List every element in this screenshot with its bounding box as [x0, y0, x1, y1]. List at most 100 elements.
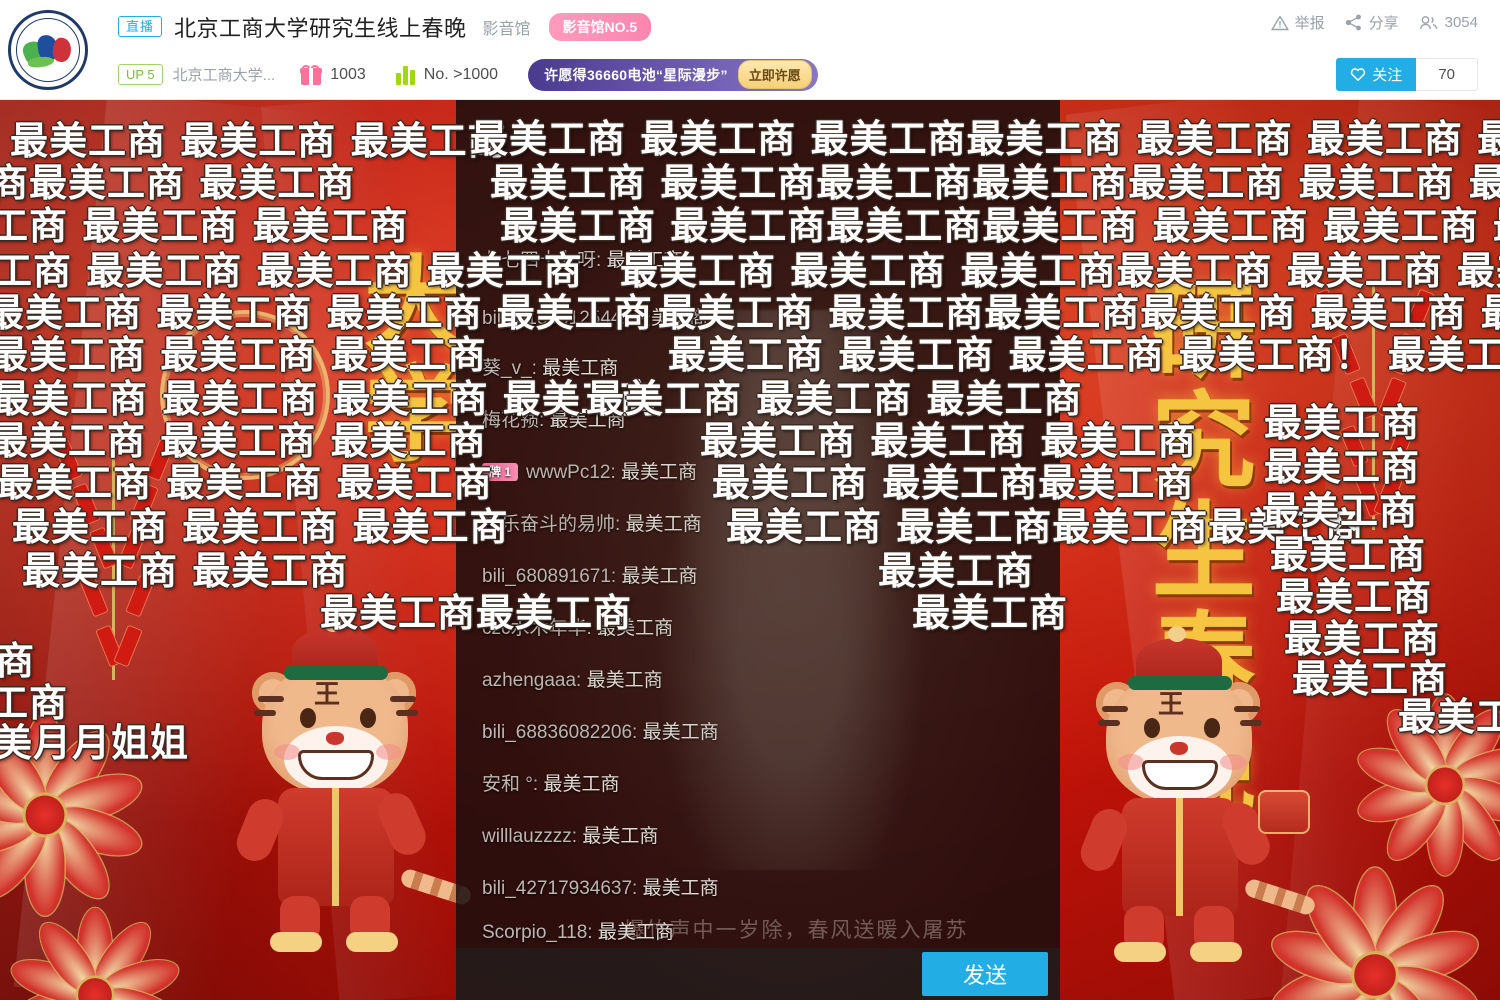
video-stage[interactable]: 大学 研究生春晚 王 王 七七四十九呀: 最美工商 bili_318581254…	[0, 100, 1500, 1000]
area-rank-badge[interactable]: 影音馆NO.5	[548, 12, 652, 41]
firecracker-stick	[53, 438, 83, 482]
follow-button[interactable]: 关注	[1336, 58, 1417, 91]
firecracker-stick	[125, 574, 155, 618]
chat-message: willlauzzzz: 最美工商	[482, 826, 1046, 849]
flower-core	[25, 795, 65, 835]
firecracker-decoration	[40, 430, 190, 690]
gift-icon	[300, 64, 323, 85]
tiger-stripe	[254, 710, 276, 716]
wish-promo-text: 许愿得36660电池“星际漫步”	[544, 66, 728, 83]
chat-username[interactable]: bili_68836082206:	[482, 722, 643, 743]
follower-count-label: 70	[1416, 58, 1478, 91]
chat-text: 最美工商	[597, 618, 674, 639]
stage-title-left: 大学	[345, 250, 469, 470]
share-button[interactable]: 分享	[1345, 12, 1399, 33]
chat-username[interactable]: 七七四十九呀:	[482, 250, 607, 271]
tiger-stripe	[1098, 720, 1120, 726]
firecracker-stick	[1389, 332, 1419, 376]
chat-text: 最美工商	[549, 410, 626, 431]
follow-row: 关注 70	[1336, 58, 1478, 91]
viewer-count-label: 3054	[1444, 14, 1478, 31]
chat-message: 牌 1 wwwPc12: 最美工商	[482, 462, 1046, 485]
firecracker-stick	[79, 574, 109, 618]
room-title: 北京工商大学研究生线上春晚	[174, 15, 467, 41]
stage-subtitle: 爆竹声中一岁除，春风送暖入屠苏	[623, 918, 969, 942]
chat-message: bili_68836082206: 最美工商	[482, 722, 1046, 745]
tiger-stripe	[390, 696, 416, 702]
live-chat-panel: 七七四十九呀: 最美工商 bili_3185812544: 最美工商 葵_v_: 最…	[456, 100, 1060, 1000]
chat-text: 最美工商	[625, 514, 702, 535]
header-right-controls: 举报 分享 3054 关注 70	[1200, 0, 1500, 100]
chat-message: 葵_v_: 最美工商	[482, 358, 1046, 381]
chat-username[interactable]: bili_42717934637:	[482, 878, 643, 899]
chat-text: 最美工商	[621, 566, 698, 587]
share-icon	[1345, 14, 1363, 31]
firecracker-stick	[129, 482, 159, 526]
viewers-icon	[1419, 15, 1439, 31]
room-header: 直播 北京工商大学研究生线上春晚 影音馆 影音馆NO.5 UP 5 北京工商大学…	[0, 0, 1500, 100]
wish-now-button[interactable]: 立即许愿	[737, 60, 812, 89]
report-button[interactable]: 举报	[1270, 12, 1325, 33]
chat-text: 最美工商	[543, 774, 620, 795]
firecracker-stick	[1339, 424, 1369, 468]
chat-text: 最美工商	[642, 878, 719, 899]
tiger-stripe	[1240, 720, 1262, 726]
report-label: 举报	[1294, 15, 1325, 32]
bar-chart-icon	[395, 65, 415, 85]
chat-message: 安和 °: 最美工商	[482, 774, 1046, 797]
popularity-rank-group[interactable]: No. >1000	[395, 65, 499, 85]
chat-username[interactable]: bili_680891671:	[482, 566, 621, 587]
tiger-mascot-left: 王	[218, 610, 474, 952]
room-area-label[interactable]: 影音馆	[483, 15, 531, 39]
up-level-badge: UP 5	[118, 64, 163, 85]
chat-text: 最美工商	[582, 826, 659, 847]
chat-input-bar: 发送	[456, 948, 1060, 1000]
chat-message: bili_680891671: 最美工商	[482, 566, 1046, 589]
seal-decoration	[160, 310, 330, 480]
share-label: 分享	[1368, 15, 1399, 32]
popularity-rank-label: No. >1000	[423, 65, 499, 83]
tiger-stripe	[258, 696, 284, 702]
gift-count-label: 1003	[330, 65, 366, 83]
firecracker-stick	[145, 438, 175, 482]
firecracker-stick	[1331, 332, 1361, 376]
send-button[interactable]: 发送	[922, 952, 1048, 996]
chat-text: 最美工商	[621, 462, 698, 483]
chat-message: 快乐奋斗的易帅: 最美工商	[482, 514, 1046, 537]
chat-input[interactable]	[456, 948, 922, 1000]
chat-username[interactable]: 快乐奋斗的易帅:	[482, 514, 626, 535]
live-status-badge: 直播	[118, 15, 163, 38]
firecracker-stick	[1405, 288, 1435, 332]
heart-icon	[1350, 67, 1366, 82]
chat-username[interactable]: bili_3185812544:	[482, 308, 632, 329]
chat-message: 梅花蓣: 最美工商	[482, 410, 1046, 433]
firecracker-stick	[71, 482, 101, 526]
chat-message-list[interactable]: 七七四十九呀: 最美工商 bili_3185812544: 最美工商 葵_v_: 最…	[456, 100, 1060, 948]
tiger-stripe	[396, 710, 418, 716]
firecracker-stick	[1385, 424, 1415, 468]
chat-username[interactable]: wwwPc12:	[526, 462, 621, 483]
flower-core	[1427, 767, 1463, 803]
chat-text: 最美工商	[632, 308, 709, 329]
university-logo[interactable]	[0, 2, 96, 98]
chat-username[interactable]: 葵_v_:	[482, 358, 542, 379]
logo-circle-icon	[8, 9, 88, 90]
tiger-stripe	[1234, 706, 1260, 712]
header-actions-row: 举报 分享 3054	[1270, 12, 1478, 33]
chat-username[interactable]: 安和 °:	[482, 774, 543, 795]
chat-message: 七七四十九呀: 最美工商	[482, 250, 1046, 273]
chat-message: czc水木年华: 最美工商	[482, 618, 1046, 641]
chat-username[interactable]: azhengaaa:	[482, 670, 587, 691]
viewer-count-group: 3054	[1419, 14, 1478, 31]
firecracker-stick	[117, 526, 147, 570]
chat-username[interactable]: czc水木年华:	[482, 618, 597, 639]
chat-message: bili_42717934637: 最美工商	[482, 878, 1046, 901]
fan-level-badge: 牌 1	[482, 463, 519, 482]
chat-message: azhengaaa: 最美工商	[482, 670, 1046, 693]
gift-stat-group[interactable]: 1003	[300, 64, 366, 85]
chat-text: 最美工商	[606, 250, 683, 271]
chat-username[interactable]: 梅花蓣:	[482, 410, 550, 431]
wish-promo-banner[interactable]: 许愿得36660电池“星际漫步” 立即许愿	[528, 58, 818, 91]
up-name-label[interactable]: 北京工商大学...	[173, 64, 276, 85]
chat-username[interactable]: willlauzzzz:	[482, 826, 582, 847]
